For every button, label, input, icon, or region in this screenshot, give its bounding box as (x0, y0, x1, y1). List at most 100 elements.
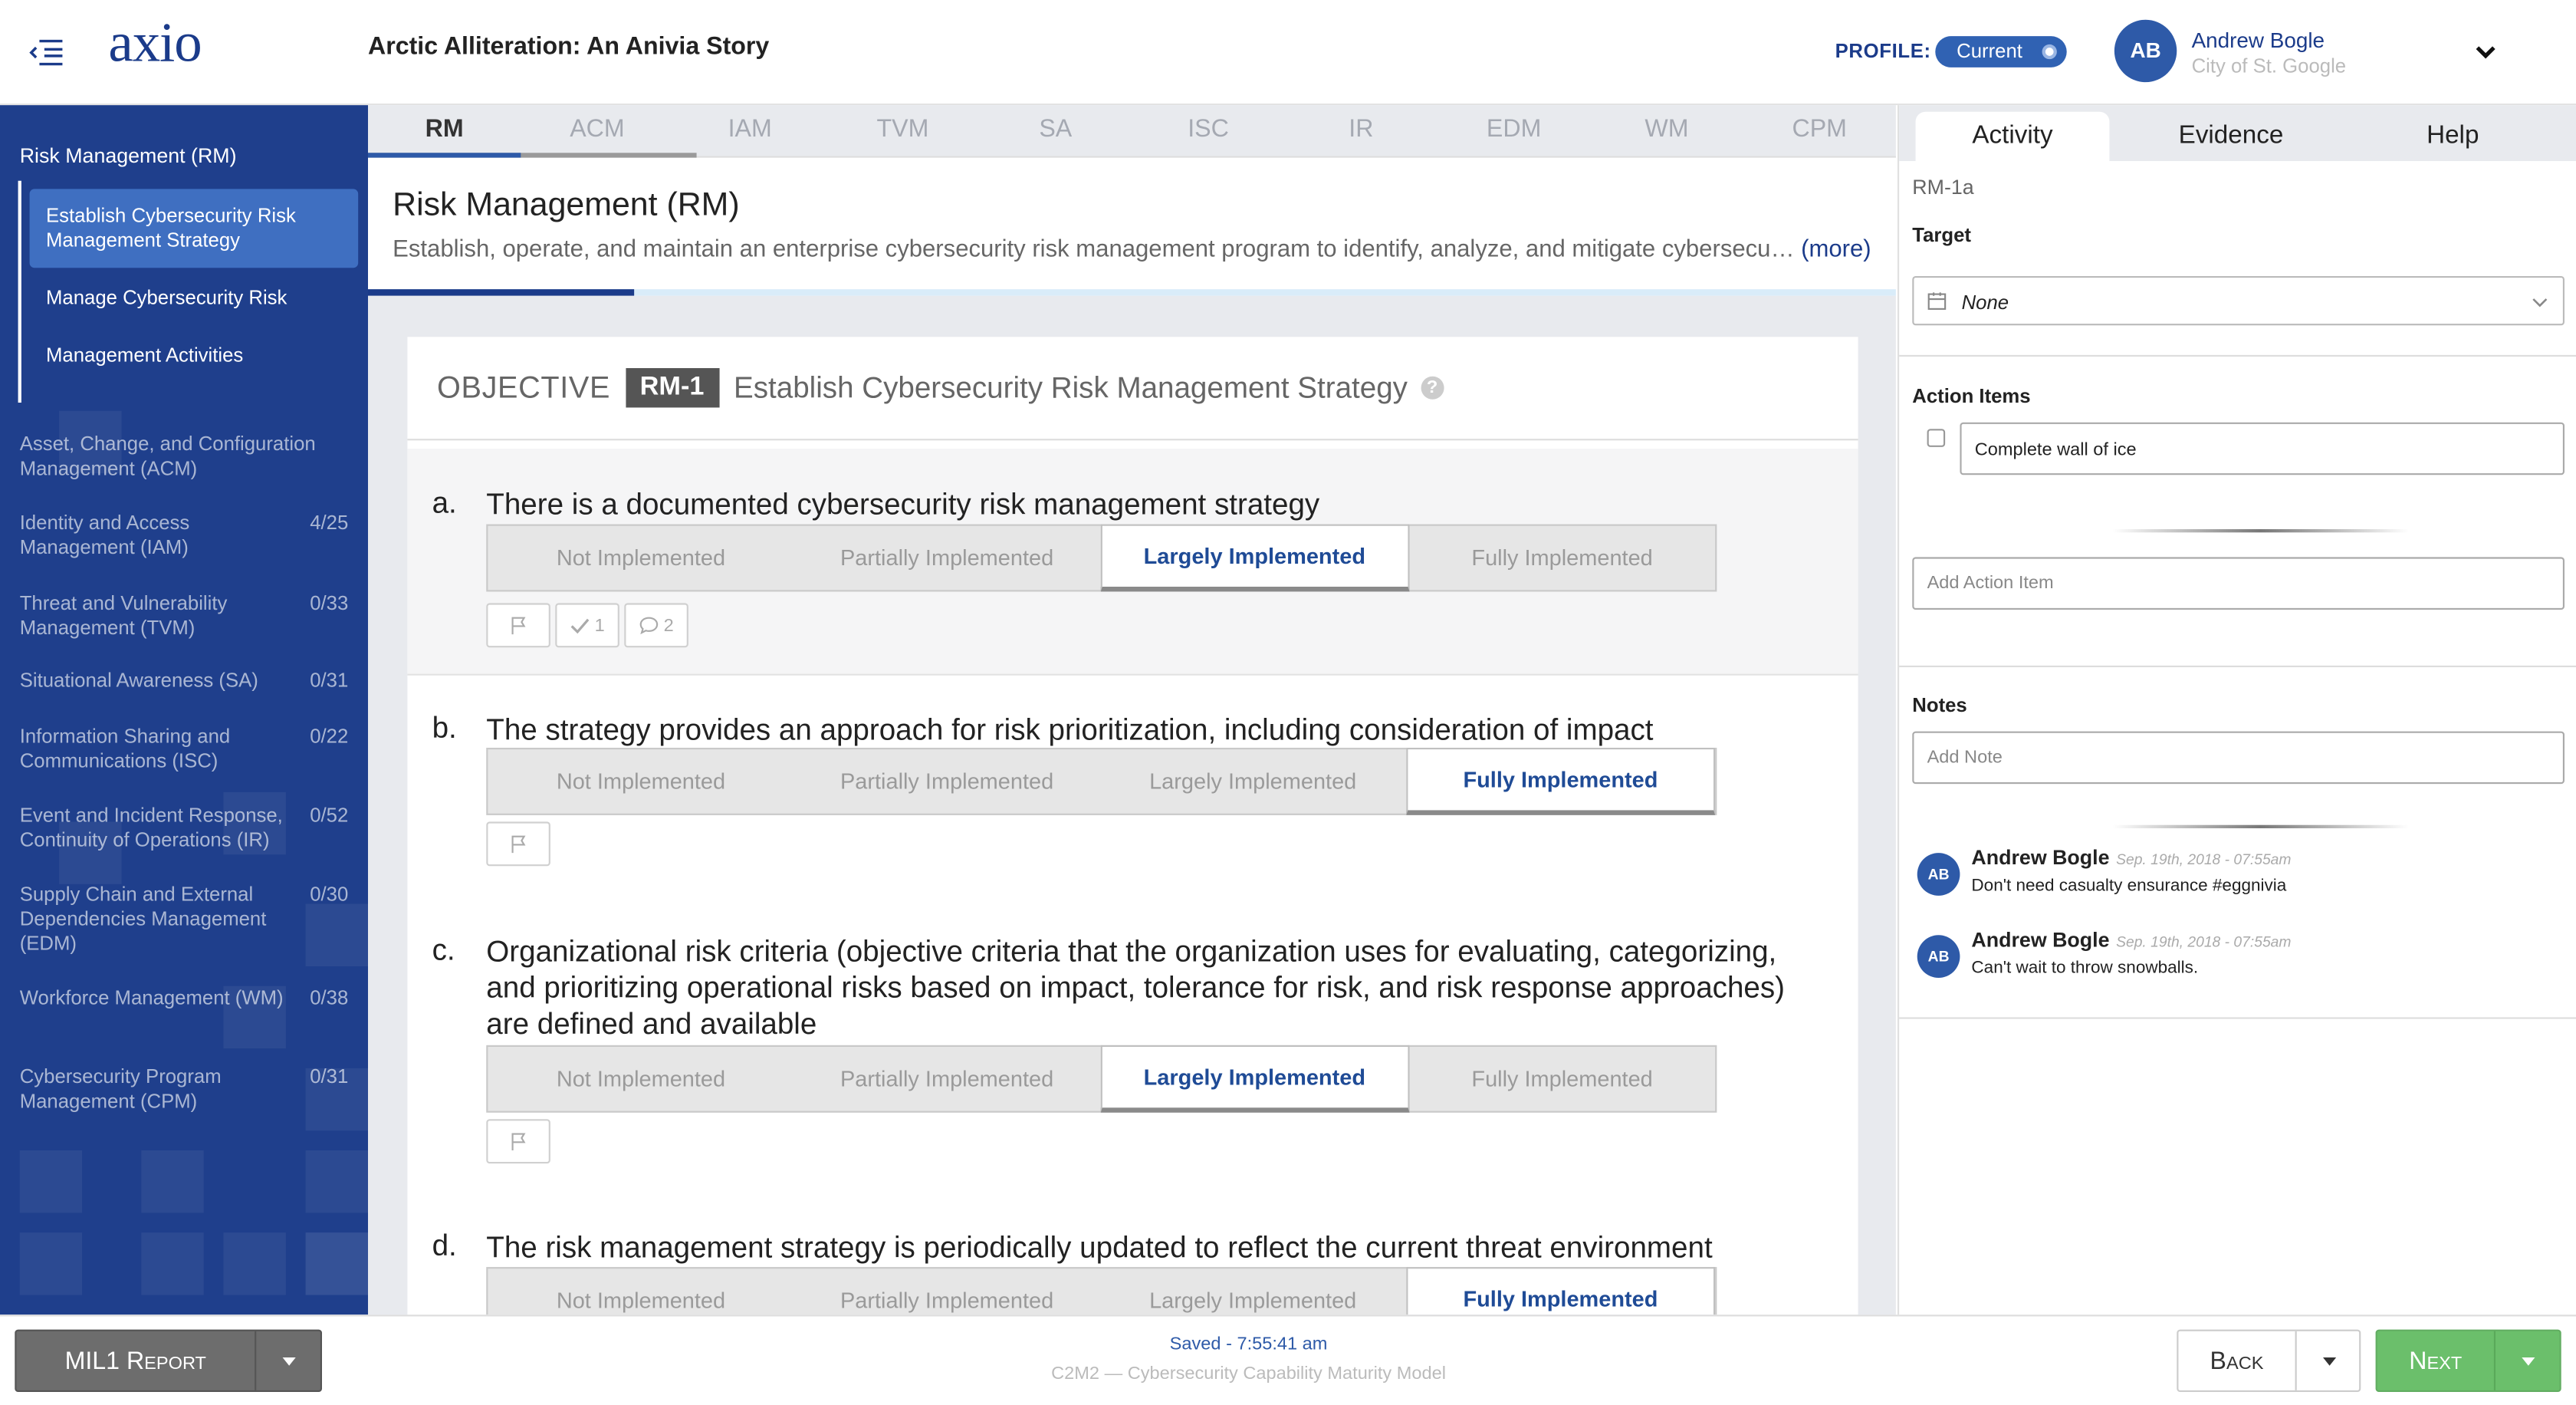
rating-partially-implemented[interactable]: Partially Implemented (794, 1268, 1100, 1315)
notes-label: Notes (1912, 693, 1967, 717)
sidebar-subitem-manage-risk[interactable]: Manage Cybersecurity Risk (30, 286, 359, 311)
rating-largely-implemented[interactable]: Largely Implemented (1099, 524, 1410, 592)
top-header: axio Arctic Alliteration: An Anivia Stor… (0, 0, 2576, 106)
rating-selector: Not Implemented Partially Implemented La… (486, 747, 1717, 815)
action-item-checkbox[interactable] (1927, 429, 1946, 447)
flag-icon (508, 616, 528, 636)
rating-not-implemented[interactable]: Not Implemented (488, 1047, 794, 1111)
sidebar-item-label: Cybersecurity Program Management (CPM) (19, 1064, 222, 1113)
flag-button[interactable] (486, 603, 550, 648)
sidebar-item-label: Identity and Access Management (IAM) (19, 511, 190, 559)
sidebar-subitem-establish-strategy[interactable]: Establish Cybersecurity Risk Management … (29, 189, 359, 268)
collapse-menu-icon[interactable] (26, 33, 65, 72)
activity-panel: Activity Evidence Help RM-1a Target None… (1898, 105, 2576, 1315)
rating-fully-implemented[interactable]: Fully Implemented (1405, 747, 1716, 815)
help-icon[interactable]: ? (1421, 376, 1444, 400)
rating-largely-implemented[interactable]: Largely Implemented (1100, 1268, 1406, 1315)
rating-partially-implemented[interactable]: Partially Implemented (794, 1047, 1100, 1111)
sidebar-item-isc[interactable]: Information Sharing and Communications (… (20, 725, 349, 774)
rating-fully-implemented[interactable]: Fully Implemented (1405, 1267, 1716, 1315)
rating-largely-implemented[interactable]: Largely Implemented (1099, 1045, 1410, 1113)
sidebar-item-iam[interactable]: Identity and Access Management (IAM) 4/2… (20, 511, 349, 560)
tab-iam[interactable]: IAM (674, 105, 826, 158)
tab-cpm[interactable]: CPM (1743, 105, 1896, 158)
target-select[interactable]: None (1912, 276, 2564, 326)
question-letter: c. (432, 933, 455, 966)
next-label: Next (2409, 1347, 2463, 1376)
sidebar-item-acm[interactable]: Asset, Change, and Configuration Managem… (20, 433, 349, 482)
tab-evidence[interactable]: Evidence (2134, 111, 2328, 161)
sidebar-active-domain[interactable]: Risk Management (RM) (20, 145, 237, 168)
tab-wm[interactable]: WM (1590, 105, 1743, 158)
objective-id-badge: RM-1 (625, 368, 719, 408)
sidebar-item-edm[interactable]: Supply Chain and External Dependencies M… (20, 883, 349, 956)
flag-button[interactable] (486, 1119, 550, 1164)
action-items-count-button[interactable]: 1 (555, 603, 619, 648)
sidebar-item-label: Information Sharing and Communications (… (19, 725, 231, 773)
user-menu-chevron-icon[interactable] (2472, 39, 2499, 65)
sidebar-item-label: Asset, Change, and Configuration Managem… (19, 432, 316, 480)
rating-not-implemented[interactable]: Not Implemented (488, 749, 794, 814)
back-dropdown-chevron-icon[interactable] (2295, 1331, 2361, 1390)
add-action-item-input[interactable] (1912, 557, 2564, 610)
tab-ir[interactable]: IR (1285, 105, 1438, 158)
domain-description: Establish, operate, and maintain an ente… (393, 237, 1871, 263)
sidebar-item-count: 0/31 (310, 1064, 349, 1088)
rating-partially-implemented[interactable]: Partially Implemented (794, 526, 1100, 591)
comment-icon (639, 617, 659, 635)
app-root: axio Arctic Alliteration: An Anivia Stor… (0, 0, 2576, 1405)
back-button[interactable]: Back (2177, 1329, 2361, 1392)
tab-rm[interactable]: RM (368, 105, 521, 158)
next-dropdown-chevron-icon[interactable] (2493, 1331, 2561, 1390)
rating-partially-implemented[interactable]: Partially Implemented (794, 749, 1100, 814)
add-note-input[interactable] (1912, 731, 2564, 785)
more-link[interactable]: (more) (1801, 237, 1871, 263)
question-text: Organizational risk criteria (objective … (486, 935, 1786, 1041)
rating-fully-implemented[interactable]: Fully Implemented (1409, 1047, 1715, 1111)
question-letter: b. (432, 711, 457, 745)
action-item-field[interactable]: Complete wall of ice (1960, 422, 2564, 475)
sidebar-item-label: Situational Awareness (SA) (19, 669, 258, 693)
user-name: Andrew Bogle (2191, 28, 2325, 53)
comments-count-button[interactable]: 2 (624, 603, 688, 648)
sidebar-subitem-management-activities[interactable]: Management Activities (30, 344, 359, 368)
tab-sa[interactable]: SA (979, 105, 1132, 158)
profile-toggle[interactable]: Current (1935, 36, 2067, 67)
flag-icon (508, 1131, 528, 1151)
sidebar-item-count: 4/25 (310, 511, 349, 535)
sidebar-item-label: Supply Chain and External Dependencies M… (19, 882, 267, 955)
domain-tabs: RM ACM IAM TVM SA ISC IR EDM WM CPM (368, 105, 1896, 158)
rating-fully-implemented[interactable]: Fully Implemented (1409, 526, 1715, 591)
sidebar-item-sa[interactable]: Situational Awareness (SA) 0/31 (20, 669, 349, 693)
tab-edm[interactable]: EDM (1438, 105, 1590, 158)
tab-tvm[interactable]: TVM (826, 105, 979, 158)
footer-bar: MIL1 Report Saved - 7:55:41 am C2M2 — Cy… (0, 1315, 2576, 1405)
back-label: Back (2210, 1347, 2264, 1376)
tab-isc[interactable]: ISC (1132, 105, 1284, 158)
sidebar-item-ir[interactable]: Event and Incident Response, Continuity … (20, 804, 349, 853)
questions-area[interactable]: OBJECTIVE RM-1 Establish Cybersecurity R… (368, 295, 1896, 1315)
tab-acm[interactable]: ACM (521, 105, 673, 158)
comments-count: 2 (663, 615, 674, 636)
action-items-label: Action Items (1912, 384, 2031, 408)
axio-logo[interactable]: axio (108, 13, 202, 75)
sidebar-item-tvm[interactable]: Threat and Vulnerability Management (TVM… (20, 591, 349, 640)
domain-description-text: Establish, operate, and maintain an ente… (393, 236, 1795, 263)
target-label: Target (1912, 223, 1971, 247)
tab-help[interactable]: Help (2355, 111, 2550, 161)
rating-not-implemented[interactable]: Not Implemented (488, 526, 794, 591)
rating-selector: Not Implemented Partially Implemented La… (486, 524, 1717, 592)
sidebar-item-cpm[interactable]: Cybersecurity Program Management (CPM) 0… (20, 1065, 349, 1114)
flag-button[interactable] (486, 821, 550, 867)
tab-activity[interactable]: Activity (1915, 111, 2110, 161)
rating-largely-implemented[interactable]: Largely Implemented (1100, 749, 1406, 814)
target-value: None (1961, 291, 2009, 314)
objective-header: OBJECTIVE RM-1 Establish Cybersecurity R… (437, 367, 1444, 410)
next-button[interactable]: Next (2375, 1329, 2561, 1392)
user-avatar[interactable]: AB (2114, 19, 2177, 83)
avatar: AB (1917, 935, 1960, 978)
sidebar-item-label: Threat and Vulnerability Management (TVM… (19, 591, 228, 640)
question-text: The strategy provides an approach for ri… (486, 713, 1654, 746)
sidebar-item-wm[interactable]: Workforce Management (WM) 0/38 (20, 986, 349, 1011)
rating-not-implemented[interactable]: Not Implemented (488, 1268, 794, 1315)
